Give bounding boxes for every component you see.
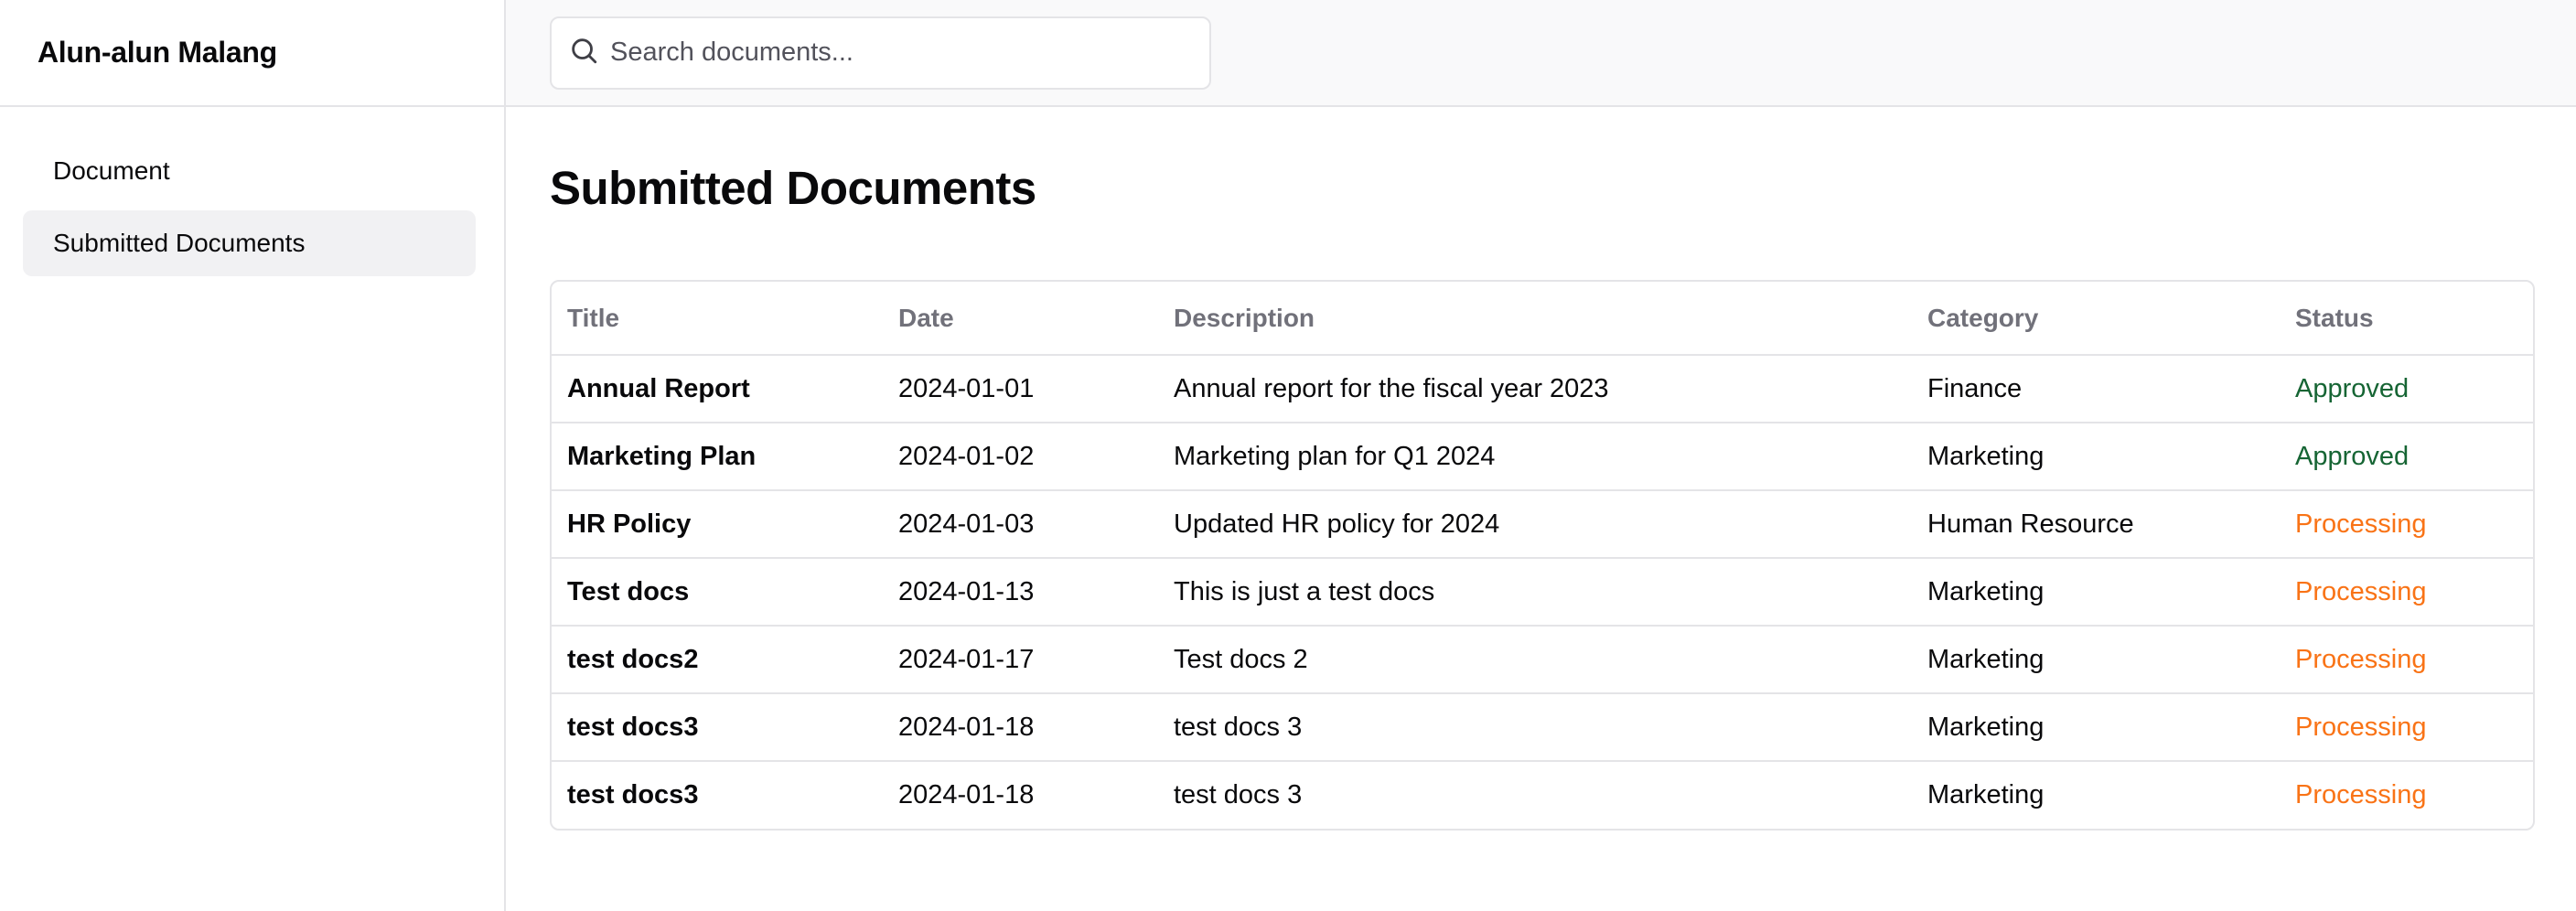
table-row[interactable]: Marketing Plan 2024-01-02 Marketing plan f… xyxy=(552,423,2533,491)
cell-category: Marketing xyxy=(1912,558,2280,627)
app-name: Alun-alun Malang xyxy=(38,36,277,69)
status-badge: Processing xyxy=(2280,490,2533,559)
search-input[interactable] xyxy=(610,38,1196,68)
cell-category: Marketing xyxy=(1912,693,2280,762)
cell-title: test docs2 xyxy=(552,626,883,694)
main-content: Submitted Documents Title Date Descripti… xyxy=(506,107,2576,911)
cell-date: 2024-01-18 xyxy=(883,693,1158,762)
cell-category: Finance xyxy=(1912,355,2280,423)
cell-date: 2024-01-01 xyxy=(883,355,1158,423)
status-badge: Processing xyxy=(2295,780,2427,809)
column-header-title: Title xyxy=(552,282,883,356)
cell-title: HR Policy xyxy=(552,490,883,559)
cell-description: test docs 3 xyxy=(1158,693,1912,762)
cell-date: 2024-01-18 xyxy=(898,780,1035,809)
status-badge: Approved xyxy=(2280,355,2533,423)
cell-date: 2024-01-03 xyxy=(883,490,1158,559)
table-row[interactable]: test docs3 2024-01-18 test docs 3 Marketing… xyxy=(552,761,2533,829)
cell-category: Marketing xyxy=(1927,780,2045,809)
table-row[interactable]: Test docs 2024-01-13 This is just a test d… xyxy=(552,558,2533,627)
cell-description: test docs 3 xyxy=(1174,780,1303,809)
cell-title: test docs3 xyxy=(552,693,883,762)
documents-table: Title Date Description Category Status A… xyxy=(550,280,2535,831)
status-badge: Processing xyxy=(2280,693,2533,762)
cell-date: 2024-01-13 xyxy=(883,558,1158,627)
brand-header: Alun-alun Malang xyxy=(0,0,506,107)
cell-category: Human Resource xyxy=(1912,490,2280,559)
column-header-description: Description xyxy=(1158,282,1912,356)
column-header-category: Category xyxy=(1912,282,2280,356)
column-header-status: Status xyxy=(2280,282,2533,356)
status-badge: Processing xyxy=(2280,558,2533,627)
table-body: Annual Report 2024-01-01 Annual report for… xyxy=(552,355,2533,829)
app-shell: Alun-alun Malang Document Submitted Docu… xyxy=(0,0,2576,911)
status-badge: Approved xyxy=(2280,423,2533,491)
cell-title: Annual Report xyxy=(552,355,883,423)
table-row[interactable]: test docs3 2024-01-18 test docs 3 Marketing… xyxy=(552,693,2533,762)
cell-category: Marketing xyxy=(1912,626,2280,694)
search-icon xyxy=(568,35,599,70)
sidebar: Document Submitted Documents xyxy=(0,107,506,911)
cell-category: Marketing xyxy=(1912,423,2280,491)
sidebar-item-document[interactable]: Document xyxy=(23,138,476,204)
table-row[interactable]: HR Policy 2024-01-03 Updated HR policy for… xyxy=(552,490,2533,559)
cell-description: Test docs 2 xyxy=(1158,626,1912,694)
status-badge: Processing xyxy=(2280,626,2533,694)
search-box[interactable] xyxy=(550,16,1211,90)
top-bar xyxy=(506,0,2576,107)
cell-description: Annual report for the fiscal year 2023 xyxy=(1158,355,1912,423)
cell-description: Marketing plan for Q1 2024 xyxy=(1158,423,1912,491)
page-title: Submitted Documents xyxy=(550,162,1036,214)
cell-description: Updated HR policy for 2024 xyxy=(1158,490,1912,559)
cell-description: This is just a test docs xyxy=(1158,558,1912,627)
cell-title: Test docs xyxy=(552,558,883,627)
table-row[interactable]: Annual Report 2024-01-01 Annual report for… xyxy=(552,355,2533,423)
cell-title: test docs3 xyxy=(567,780,699,809)
cell-date: 2024-01-17 xyxy=(883,626,1158,694)
sidebar-item-submitted-documents[interactable]: Submitted Documents xyxy=(23,210,476,276)
cell-title: Marketing Plan xyxy=(552,423,883,491)
table-header-row: Title Date Description Category Status xyxy=(552,282,2533,356)
table-row[interactable]: test docs2 2024-01-17 Test docs 2 Marketing… xyxy=(552,626,2533,694)
cell-date: 2024-01-02 xyxy=(883,423,1158,491)
column-header-date: Date xyxy=(883,282,1158,356)
